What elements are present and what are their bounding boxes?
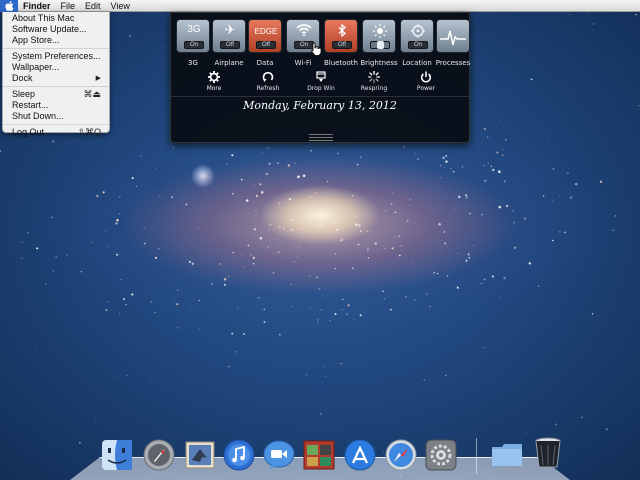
bluetooth-symbol [338,24,346,38]
toggle-bluetooth[interactable]: Off Bluetooth [324,19,358,67]
refresh-button[interactable]: Refresh [243,71,293,92]
menu-item-system-preferences[interactable]: System Preferences... [3,51,109,62]
toggle-data[interactable]: EDGE Off Data [248,19,282,67]
menu-item-software-update[interactable]: Software Update... [3,24,109,35]
brightness-slider [370,41,390,49]
menu-item-label: Restart... [12,100,49,110]
toggle-brightness[interactable]: Brightness [360,19,398,67]
menu-item-label: Log Out [12,127,45,137]
toggle-glyph: 3G [187,24,201,35]
toggle-processes[interactable]: Processes [436,19,470,67]
toggle-state: On [184,41,204,49]
respring-button[interactable]: Respring [349,71,399,92]
wifi-symbol [296,24,312,36]
menu-finder[interactable]: Finder [18,0,56,12]
menu-item-log-out[interactable]: Log Out ⇧⌘Q [3,127,109,138]
menu-shortcut: ⌘⏏ [83,89,101,99]
heartbeat-icon [440,30,466,46]
apple-dropdown-menu: About This Mac Software Update... App St… [2,12,110,137]
menu-separator [3,124,109,125]
action-label: Refresh [256,85,280,92]
toggle-state: On [408,41,428,49]
toggle-glyph: ✈ [224,22,236,37]
drop-window-icon [316,71,326,82]
bluetooth-icon: Off [324,19,358,53]
menu-item-label: Dock [12,73,33,83]
itunes-icon[interactable] [222,438,256,472]
menu-edit[interactable]: Edit [80,0,106,12]
launchpad-icon[interactable] [142,438,176,472]
processes-icon [436,19,470,53]
action-label: Power [416,85,436,92]
location-icon: On [400,19,434,53]
more-button[interactable]: More [189,71,239,92]
hand-cursor-icon [310,42,322,56]
refresh-icon [262,71,274,82]
3g-icon: 3G On [176,19,210,53]
submenu-arrow-icon: ▶ [95,75,101,82]
crosshair-icon [411,24,425,38]
action-label: Drop Win [307,85,335,92]
safari-icon[interactable] [384,438,418,472]
menu-item-restart[interactable]: Restart... [3,100,109,111]
toggle-label: Processes [435,59,471,67]
dock-separator [476,438,477,474]
panel-drag-handle[interactable] [309,134,333,141]
panel-divider [171,96,469,97]
action-label: Respring [360,85,388,92]
brightness-icon [362,19,396,53]
finder-icon[interactable] [100,438,134,472]
sun-icon [373,24,387,38]
menu-item-app-store[interactable]: App Store... [3,35,109,46]
power-icon [421,71,431,83]
date-label: Monday, February 13, 2012 [243,99,397,112]
trash-icon[interactable] [531,436,565,470]
menu-item-label: Shut Down... [12,111,64,121]
menu-item-wallpaper[interactable]: Wallpaper... [3,62,109,73]
menu-item-label: App Store... [12,35,60,45]
toggle-state: Off [220,41,240,49]
action-row: More Refresh Drop Win Respring Power [171,71,471,97]
mail-icon[interactable] [183,438,217,472]
menu-item-dock[interactable]: Dock ▶ [3,73,109,84]
system-preferences-icon[interactable] [424,438,458,472]
drop-window-button[interactable]: Drop Win [296,71,346,92]
menu-item-shut-down[interactable]: Shut Down... [3,111,109,122]
airplane-icon: ✈ Off [212,19,246,53]
gear-icon [208,71,220,83]
menu-item-label: Wallpaper... [12,62,60,72]
apple-logo-icon [4,0,14,11]
edge-icon: EDGE Off [248,19,282,53]
menu-item-sleep[interactable]: Sleep ⌘⏏ [3,89,109,100]
menu-item-label: System Preferences... [12,51,101,61]
menu-item-about[interactable]: About This Mac [3,13,109,24]
respring-icon [368,71,380,83]
app-store-icon[interactable] [343,438,377,472]
menu-item-label: Software Update... [12,24,87,34]
apple-menu-button[interactable] [0,0,18,12]
toggles-panel: 3G On 3G ✈ Off Airplane EDGE Off Data On… [170,12,470,143]
menu-shortcut: ⇧⌘Q [77,127,101,137]
toggle-glyph: EDGE [254,27,278,36]
action-label: More [206,85,222,92]
menu-bar: Finder File Edit View [0,0,640,12]
documents-folder-icon[interactable] [490,438,524,472]
power-button[interactable]: Power [401,71,451,92]
toggle-state: Off [332,41,352,49]
menu-item-label: About This Mac [12,13,75,23]
photo-booth-icon[interactable] [302,438,336,472]
menu-file[interactable]: File [56,0,81,12]
menu-item-label: Sleep [12,89,36,99]
menu-view[interactable]: View [106,0,135,12]
toggle-state: Off [256,41,276,49]
facetime-icon[interactable] [262,438,296,472]
menu-separator [3,86,109,87]
menu-separator [3,48,109,49]
